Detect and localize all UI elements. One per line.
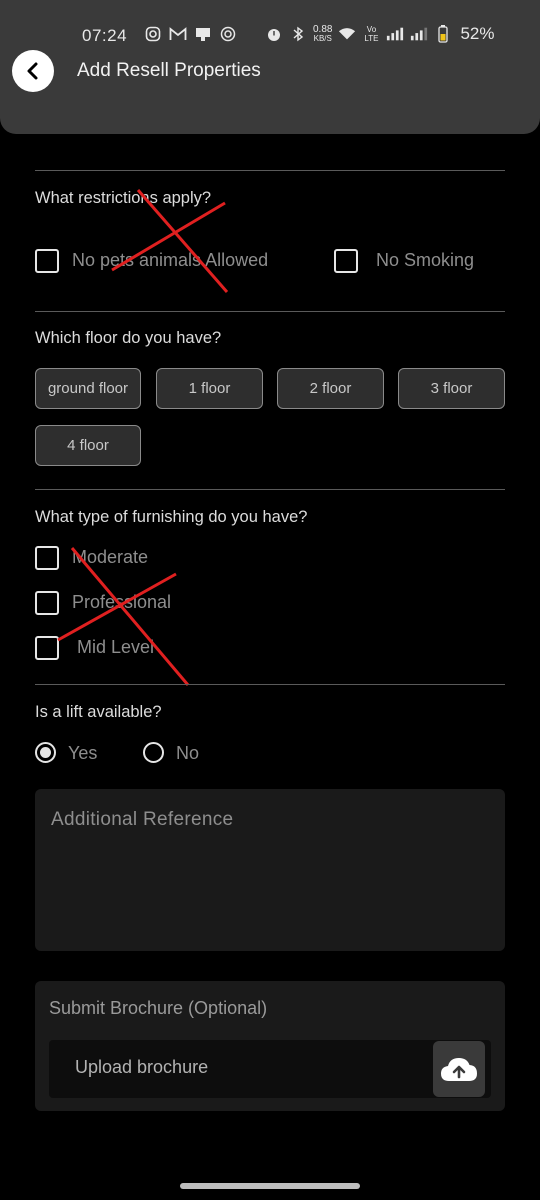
instagram-icon [144,25,162,43]
divider [35,489,505,490]
home-indicator[interactable] [180,1183,360,1189]
floor-chip-2[interactable]: 2 floor [277,368,384,409]
professional-checkbox[interactable] [35,591,59,615]
furnishing-question: What type of furnishing do you have? [35,508,308,526]
additional-reference-input[interactable]: Additional Reference [35,789,505,951]
divider [35,684,505,685]
professional-label: Professional [72,592,172,612]
floor-question: Which floor do you have? [35,329,222,347]
no-smoking-checkbox[interactable] [334,249,358,273]
app-bar: 07:24 0.88 KB/S Vo LTE 52% Add Resell Pr… [0,0,540,134]
upload-button[interactable] [433,1041,485,1097]
battery-percentage: 52% [460,24,495,43]
signal-icon-1 [386,25,404,43]
battery-icon [434,25,452,43]
brochure-upload-field[interactable]: Upload brochure [49,1040,491,1098]
brochure-title: Submit Brochure (Optional) [49,998,268,1018]
floor-chip-ground[interactable]: ground floor [35,368,141,409]
floor-chip-4[interactable]: 4 floor [35,425,141,466]
floor-chip-3[interactable]: 3 floor [398,368,505,409]
network-speed: 0.88 KB/S [313,24,333,44]
lift-no-radio[interactable] [143,742,164,763]
moderate-label: Moderate [72,547,149,567]
restrictions-question: What restrictions apply? [35,189,212,207]
lift-yes-label: Yes [68,743,98,763]
volte-label: Vo LTE [364,25,379,43]
lift-yes-radio[interactable] [35,742,56,763]
app-notification-icon [194,25,212,43]
divider [35,170,505,171]
no-pets-checkbox[interactable] [35,249,59,273]
floor-chip-1[interactable]: 1 floor [156,368,263,409]
back-button[interactable] [12,50,54,92]
mid-level-label: Mid Level [77,637,155,657]
divider [35,311,505,312]
system-icons: 0.88 KB/S Vo LTE 52% [265,24,495,44]
additional-reference-placeholder: Additional Reference [51,809,234,830]
bluetooth-icon [289,25,307,43]
notification-icons [144,25,237,43]
speed-value: 0.88 [313,24,333,35]
speed-unit: KB/S [313,34,332,43]
lift-question: Is a lift available? [35,703,162,721]
no-smoking-label: No Smoking [376,250,475,270]
chevron-left-icon [27,62,38,80]
alarm-icon [265,25,283,43]
brochure-placeholder: Upload brochure [75,1057,209,1077]
page-title: Add Resell Properties [77,60,261,81]
target-icon [219,25,237,43]
status-time: 07:24 [82,26,128,45]
gmail-icon [169,25,187,43]
cloud-upload-icon [441,1058,477,1081]
signal-icon-2 [410,25,428,43]
no-pets-label: No pets animals Allowed [72,250,269,270]
lift-no-label: No [176,743,200,763]
status-bar: 07:24 0.88 KB/S Vo LTE 52% [0,18,540,54]
moderate-checkbox[interactable] [35,546,59,570]
brochure-upload-card: Submit Brochure (Optional) Upload brochu… [35,981,505,1111]
wifi-icon [338,25,356,43]
mid-level-checkbox[interactable] [35,636,59,660]
